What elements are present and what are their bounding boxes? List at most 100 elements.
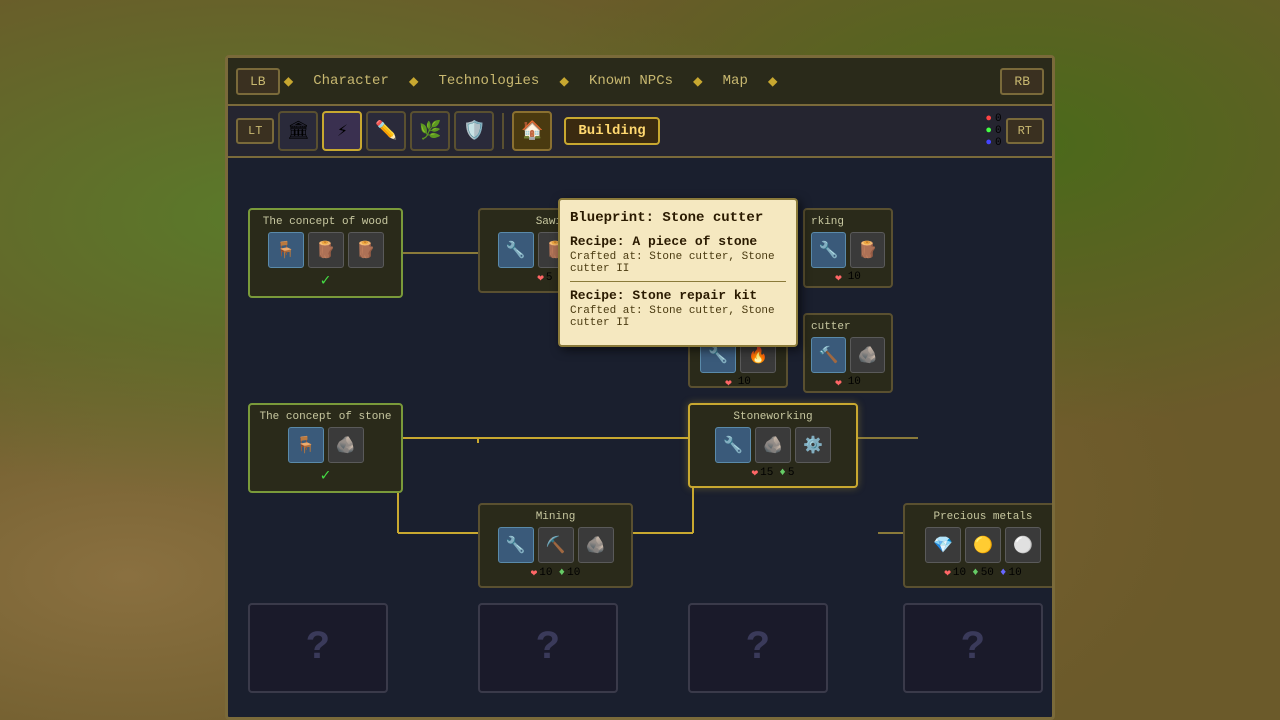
mining-cost-red-val: 10 [539,567,552,579]
pm-cost-green: ♦ 50 [972,566,994,580]
tech-node-stone-cutter-partial[interactable]: cutter 🔨 🪨 ❤ 10 [803,313,893,393]
stone-cutter-partial-icon: 🔨 [811,337,846,373]
tech-node-concept-wood[interactable]: The concept of wood 🪑 🪵 🪵 ✓ [248,208,403,298]
concept-stone-title: The concept of stone [256,411,395,423]
concept-stone-check: ✓ [256,465,395,485]
lt-button[interactable]: LT [236,118,274,144]
recipe-0: Recipe: A piece of stone Crafted at: Sto… [570,234,786,275]
woodworking-cost-val: 10 [848,271,861,285]
stoneworking-cost: ❤ 15 ♦ 5 [696,466,850,480]
res-green-icon: ● [985,125,992,137]
concept-stone-icons: 🪑 🪨 [256,427,395,463]
unknown-node-1[interactable]: ? [478,603,618,693]
lb-button[interactable]: LB [236,68,280,95]
woodworking-partial-icon: 🔧 [811,232,846,268]
tech-node-stoneworking[interactable]: Stoneworking 🔧 🪨 ⚙️ ❤ 15 ♦ 5 [688,403,858,488]
unknown-node-2[interactable]: ? [688,603,828,693]
question-mark-3: ? [961,626,985,671]
nav-bar: LB ◆ Character ◆ Technologies ◆ Known NP… [228,58,1052,106]
concept-wood-icon-0: 🪑 [268,232,304,268]
divider [502,113,504,149]
pm-cost-green-icon: ♦ [972,567,979,579]
concept-wood-icon-2: 🪵 [348,232,384,268]
pm-cost-blue-icon: ♦ [1000,567,1007,579]
res-green-value: 0 [995,125,1002,137]
fire-cost: ❤ 10 [696,376,780,390]
nav-item-character[interactable]: Character [297,69,405,93]
recipe-1-title: Recipe: Stone repair kit [570,288,786,303]
precious-metals-icon-2: ⚪ [1005,527,1041,563]
nav-dot-3: ◆ [559,71,569,91]
tech-node-precious-metals[interactable]: Precious metals 💎 🟡 ⚪ ❤ 10 ♦ 50 [903,503,1052,588]
concept-stone-icon-0: 🪑 [288,427,324,463]
stoneworking-cost-red: ❤ 15 [751,466,773,480]
res-row-red: ● 0 [985,113,1001,125]
nav-item-map[interactable]: Map [707,69,764,93]
res-red-value: 0 [995,113,1002,125]
mining-icon-1: ⛏️ [538,527,574,563]
unknown-node-3[interactable]: ? [903,603,1043,693]
res-blue-value: 0 [995,137,1002,149]
mining-icons: 🔧 ⛏️ 🪨 [486,527,625,563]
stoneworking-title: Stoneworking [696,411,850,423]
stoneworking-icon-0: 🔧 [715,427,751,463]
tab-icon-4[interactable]: 🛡️ [454,111,494,151]
stone-cutter-cost: ❤ 10 [811,376,885,390]
tab-building-label[interactable]: Building [564,117,659,145]
tab-icon-0[interactable]: 🏛 [278,111,318,151]
mining-cost-red-icon: ❤ [531,566,538,580]
sawing-cost-red-val: 5 [546,272,553,284]
stoneworking-icon-1: 🪨 [755,427,791,463]
mining-cost-red: ❤ 10 [531,566,553,580]
tech-tree: The concept of wood 🪑 🪵 🪵 ✓ Sawing 🔧 🪵 🪵 [238,168,1042,707]
popup-divider [570,281,786,282]
unknown-node-0[interactable]: ? [248,603,388,693]
stoneworking-icons: 🔧 🪨 ⚙️ [696,427,850,463]
fire-cost-icon: ❤ [725,376,732,390]
main-panel: LB ◆ Character ◆ Technologies ◆ Known NP… [225,55,1055,720]
popup-title: Blueprint: Stone cutter [570,210,786,226]
tab-icon-2[interactable]: ✏️ [366,111,406,151]
stone-cutter-partial-icon2: 🪨 [850,337,885,373]
nav-dot-1: ◆ [284,71,294,91]
tab-icon-1[interactable]: ⚡ [322,111,362,151]
concept-wood-check: ✓ [256,270,395,290]
mining-icon-2: 🪨 [578,527,614,563]
rb-button[interactable]: RB [1000,68,1044,95]
mining-cost-green: ♦ 10 [559,566,581,580]
stone-cutter-cost-val: 10 [848,376,861,390]
recipe-1-desc: Crafted at: Stone cutter, Stone cutter I… [570,305,786,329]
tab-icon-building-icon[interactable]: 🏠 [512,111,552,151]
stoneworking-cost-red-val: 15 [760,467,773,479]
nav-dot-2: ◆ [409,71,419,91]
tech-node-concept-stone[interactable]: The concept of stone 🪑 🪨 ✓ [248,403,403,493]
icon-tabs: LT 🏛 ⚡ ✏️ 🌿 🛡️ 🏠 Building ● 0 ● 0 ● 0 RT [228,106,1052,158]
stoneworking-icon-2: ⚙️ [795,427,831,463]
tech-node-mining[interactable]: Mining 🔧 ⛏️ 🪨 ❤ 10 ♦ 10 [478,503,633,588]
mining-cost-green-val: 10 [567,567,580,579]
woodworking-cost: ❤ 10 [811,271,885,285]
nav-item-technologies[interactable]: Technologies [423,69,556,93]
res-blue-icon: ● [985,137,992,149]
nav-dot-5: ◆ [768,71,778,91]
recipe-0-title: Recipe: A piece of stone [570,234,786,249]
woodworking-partial-icon2: 🪵 [850,232,885,268]
res-row-blue: ● 0 [985,137,1001,149]
fire-cost-val: 10 [738,376,751,390]
tab-icon-3[interactable]: 🌿 [410,111,450,151]
nav-dot-4: ◆ [693,71,703,91]
rt-button[interactable]: RT [1006,118,1044,144]
concept-wood-icons: 🪑 🪵 🪵 [256,232,395,268]
tech-node-woodworking-partial[interactable]: rking 🔧 🪵 ❤ 10 [803,208,893,288]
precious-metals-icons: 💎 🟡 ⚪ [911,527,1052,563]
pm-cost-red-icon: ❤ [944,566,951,580]
sawing-icon-0: 🔧 [498,232,534,268]
question-mark-1: ? [536,626,560,671]
question-mark-0: ? [306,626,330,671]
stoneworking-cost-red-icon: ❤ [751,466,758,480]
res-red-icon: ● [985,113,992,125]
precious-metals-icon-0: 💎 [925,527,961,563]
nav-item-npcs[interactable]: Known NPCs [573,69,689,93]
sawing-cost-red-icon: ❤ [537,271,544,285]
pm-cost-blue: ♦ 10 [1000,566,1022,580]
